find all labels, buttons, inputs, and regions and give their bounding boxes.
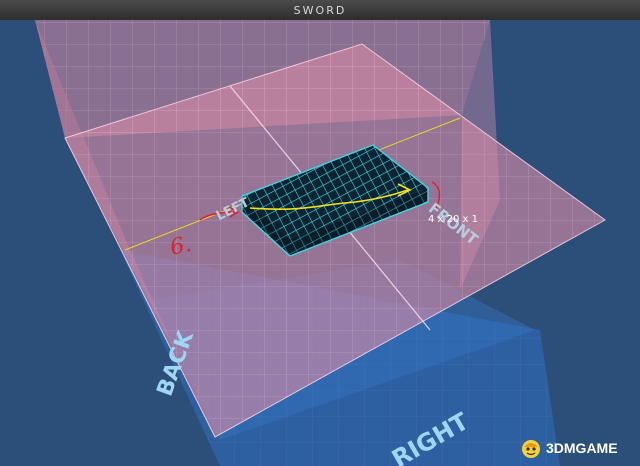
dimension-label: 4 x 20 x 1	[428, 214, 478, 225]
3dm-logo-icon	[522, 440, 540, 458]
watermark-text: 3DMGAME	[546, 440, 618, 456]
title-bar: SWORD	[0, 0, 640, 21]
watermark: 3DMGAME	[520, 436, 618, 460]
window-title: SWORD	[293, 3, 347, 17]
3d-editor-viewport[interactable]: 6. LEFT FRONT BACK RIGHT 4 x 20 x 1	[0, 20, 640, 466]
